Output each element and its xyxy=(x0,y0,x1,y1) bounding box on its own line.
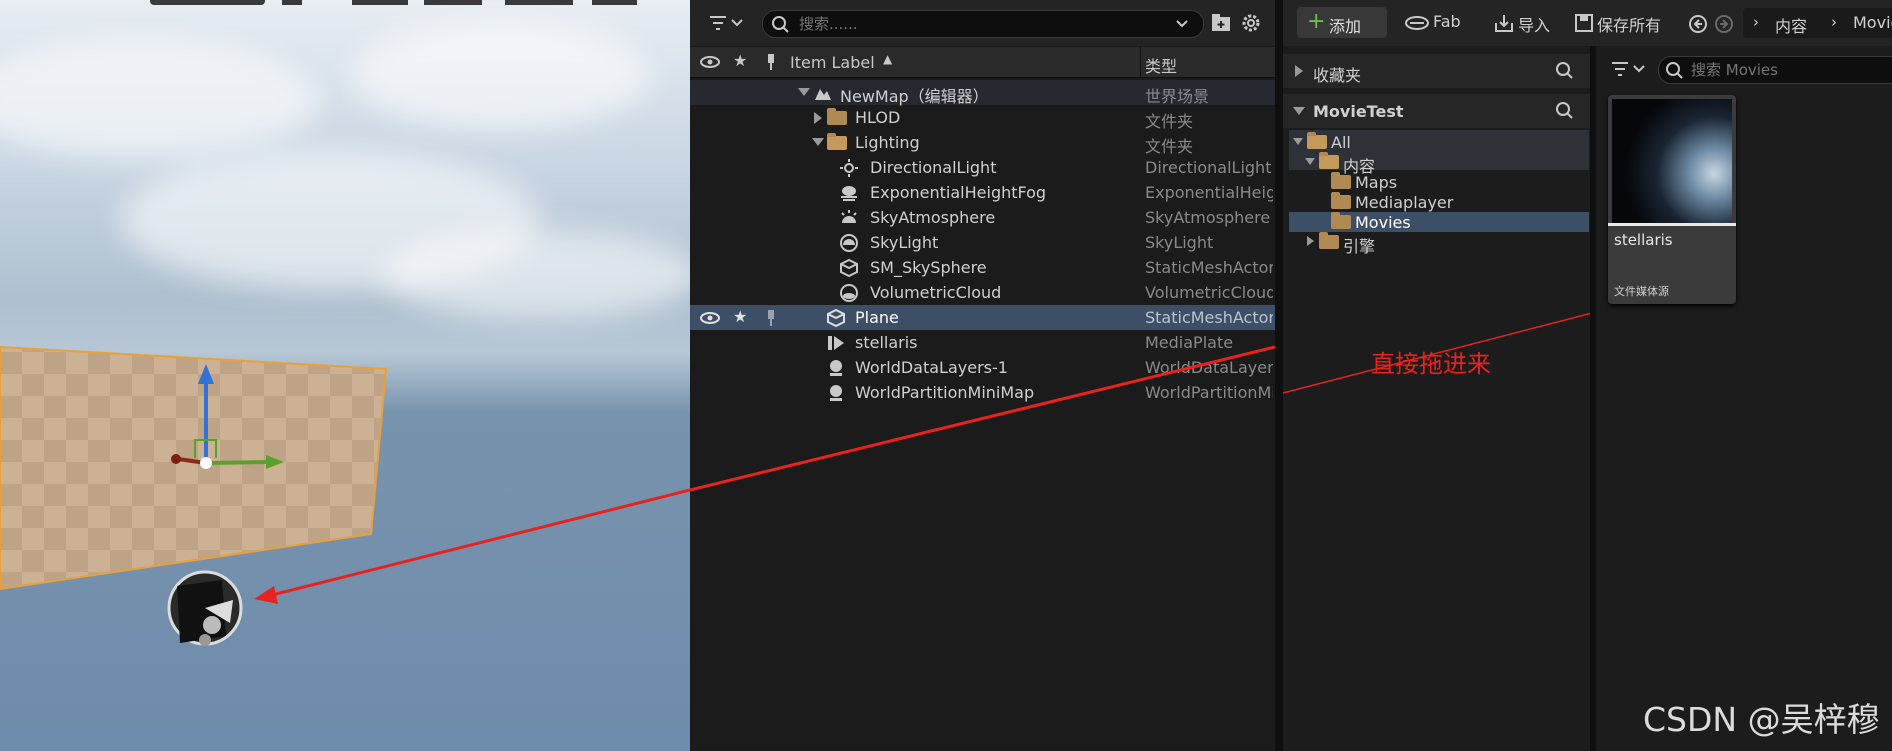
content-search-input[interactable] xyxy=(1689,60,1892,80)
content-browser: stellaris 文件媒体源 xyxy=(1596,46,1892,751)
watermark: CSDN @吴梓穆 xyxy=(1643,700,1880,739)
level-viewport[interactable] xyxy=(0,0,690,751)
fab-button[interactable]: Fab xyxy=(1401,7,1481,38)
forward-arrow-icon[interactable] xyxy=(1714,14,1734,34)
gizmo-y-axis xyxy=(205,460,271,465)
plus-icon: + xyxy=(1307,9,1326,34)
asset-thumbnail xyxy=(1612,99,1732,223)
import-label: 导入 xyxy=(1518,16,1551,35)
annotation-arrow-segment xyxy=(1283,311,1596,394)
import-icon xyxy=(1495,15,1513,32)
filter-icon[interactable] xyxy=(1610,59,1650,83)
viewport-scene[interactable] xyxy=(0,0,690,751)
search-icon xyxy=(1666,62,1683,79)
asset-name: stellaris xyxy=(1614,231,1673,249)
gizmo-x-handle xyxy=(171,454,181,464)
gizmo-center xyxy=(200,457,212,469)
annotation-arrow-segment xyxy=(690,345,1275,492)
world-outliner: ★ Item Label ▲ 类型 NewMap（编辑器） 世界场景 HLOD … xyxy=(690,0,1275,751)
chevron-right-icon[interactable]: › xyxy=(1753,13,1759,31)
plane-mesh xyxy=(0,345,388,591)
import-button[interactable]: 导入 xyxy=(1490,7,1560,38)
save-icon xyxy=(1575,14,1593,32)
fab-label: Fab xyxy=(1433,12,1461,31)
content-browser-toolbar: + 添加 Fab 导入 保存所有 › 内容 › Movies xyxy=(1283,0,1892,46)
fab-icon xyxy=(1405,16,1429,30)
asset-tile-stellaris[interactable]: stellaris 文件媒体源 xyxy=(1608,95,1736,304)
content-search[interactable] xyxy=(1658,56,1892,84)
asset-type: 文件媒体源 xyxy=(1614,285,1669,298)
breadcrumb-item[interactable]: Movies xyxy=(1853,13,1892,32)
annotation-arrowhead xyxy=(254,586,278,604)
sources-panel: 收藏夹 MovieTest All 内容 Maps Mediaplayer Mo… xyxy=(1283,46,1596,751)
breadcrumb-item[interactable]: 内容 xyxy=(1775,13,1807,37)
add-label: 添加 xyxy=(1329,17,1362,36)
add-button[interactable]: + 添加 xyxy=(1297,7,1387,38)
chevron-right-icon[interactable]: › xyxy=(1831,13,1837,31)
breadcrumb: › 内容 › Movies xyxy=(1743,8,1892,38)
asset-type-bar xyxy=(1608,223,1736,226)
save-all-label: 保存所有 xyxy=(1597,16,1662,35)
save-all-button[interactable]: 保存所有 xyxy=(1573,7,1677,38)
back-arrow-icon[interactable] xyxy=(1688,14,1708,34)
panel-splitter[interactable] xyxy=(1275,0,1283,751)
